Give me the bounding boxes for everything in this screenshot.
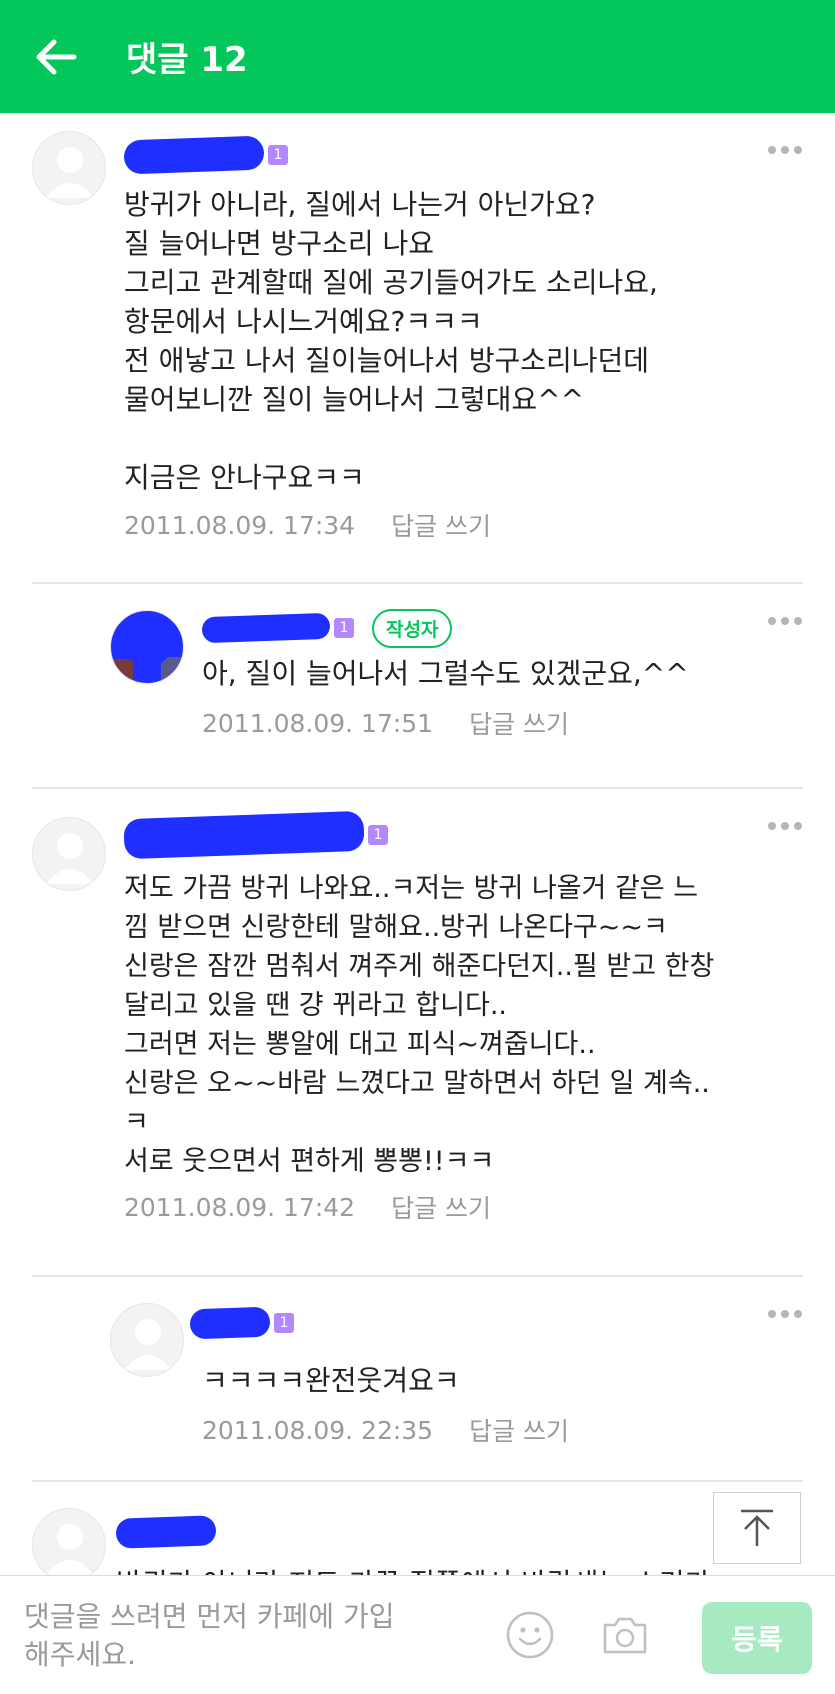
member-level-badge: 1 bbox=[274, 1313, 294, 1333]
reply-button[interactable]: 답글 쓰기 bbox=[391, 1189, 491, 1225]
redacted-nickname[interactable] bbox=[115, 1515, 217, 1549]
comment-date: 2011.08.09. 17:42 bbox=[124, 1192, 356, 1222]
page-title: 댓글 12 bbox=[126, 40, 248, 80]
comment-text: ㅋㅋㅋㅋ완전웃겨요ㅋ bbox=[202, 1364, 460, 1397]
avatar[interactable] bbox=[110, 1303, 184, 1377]
comment-item: 1 방귀가 아니라, 질에서 나는거 아닌가요? 질 늘어나면 방구소리 나요 … bbox=[0, 113, 835, 584]
scroll-to-top-icon bbox=[741, 1509, 773, 1546]
comment-date: 2011.08.09. 17:51 bbox=[202, 708, 434, 738]
avatar[interactable] bbox=[32, 131, 106, 205]
reply-item: 1 ㅋㅋㅋㅋ완전웃겨요ㅋ 2011.08.09. 22:35 답글 쓰기 bbox=[0, 1277, 835, 1482]
default-profile-icon bbox=[46, 833, 94, 884]
arrow-left-icon bbox=[36, 39, 77, 74]
comment-meta: 2011.08.09. 17:42 답글 쓰기 bbox=[124, 1189, 803, 1225]
comment-composer: 댓글을 쓰려면 먼저 카페에 가입 해주세요. 등록 bbox=[0, 1575, 835, 1694]
app-header: 댓글 12 bbox=[0, 0, 835, 113]
camera-icon[interactable] bbox=[600, 1610, 650, 1660]
redacted-nickname[interactable] bbox=[123, 135, 265, 175]
comment-meta: 2011.08.09. 17:51 답글 쓰기 bbox=[202, 705, 803, 741]
member-level-badge: 1 bbox=[368, 825, 388, 845]
comment-item: 1 저도 가끔 방귀 나와요..ㅋ저는 방귀 나올거 같은 느 낌 받으면 신랑… bbox=[0, 789, 835, 1277]
submit-button[interactable]: 등록 bbox=[702, 1602, 812, 1674]
comment-meta: 2011.08.09. 17:34 답글 쓰기 bbox=[124, 507, 803, 543]
profile-photo-icon bbox=[111, 619, 183, 683]
avatar[interactable] bbox=[32, 1508, 106, 1575]
comment-list[interactable]: 1 방귀가 아니라, 질에서 나는거 아닌가요? 질 늘어나면 방구소리 나요 … bbox=[0, 113, 835, 1575]
reply-button[interactable]: 답글 쓰기 bbox=[391, 507, 491, 543]
comment-text: 저도 가끔 방귀 나와요..ㅋ저는 방귀 나올거 같은 느 낌 받으면 신랑한테… bbox=[124, 873, 715, 1177]
comment-text: 아, 질이 늘어나서 그럴수도 있겠군요,^^ bbox=[202, 657, 689, 690]
comment-text: 방귀가 아니라, 질에서 나는거 아닌가요? 질 늘어나면 방구소리 나요 그리… bbox=[124, 188, 658, 494]
member-level-badge: 1 bbox=[334, 618, 354, 638]
avatar[interactable] bbox=[110, 610, 184, 684]
default-profile-icon bbox=[46, 1524, 94, 1575]
redacted-nickname[interactable] bbox=[201, 612, 331, 644]
comment-meta: 2011.08.09. 22:35 답글 쓰기 bbox=[190, 1412, 803, 1448]
reply-button[interactable]: 답글 쓰기 bbox=[469, 1412, 569, 1448]
comment-date: 2011.08.09. 22:35 bbox=[202, 1415, 434, 1445]
default-profile-icon bbox=[46, 147, 94, 198]
default-profile-icon bbox=[124, 1319, 172, 1370]
redacted-nickname[interactable] bbox=[123, 810, 365, 860]
comment-item: 랑 방귀가 아니라 저도 가끔 질쪽에서 바람새는 소리가 bbox=[0, 1482, 835, 1575]
scroll-to-top-button[interactable] bbox=[713, 1492, 801, 1564]
reply-button[interactable]: 답글 쓰기 bbox=[469, 705, 569, 741]
author-badge: 작성자 bbox=[372, 608, 453, 648]
redacted-nickname[interactable] bbox=[189, 1306, 271, 1340]
member-level-badge: 1 bbox=[268, 145, 288, 165]
avatar[interactable] bbox=[32, 817, 106, 891]
reply-item: 1 작성자 아, 질이 늘어나서 그럴수도 있겠군요,^^ 2011.08.09… bbox=[0, 584, 835, 789]
comment-input[interactable]: 댓글을 쓰려면 먼저 카페에 가입 해주세요. bbox=[24, 1598, 464, 1674]
comment-text: 방귀가 아니라 저도 가끔 질쪽에서 바람새는 소리가 bbox=[116, 1564, 803, 1575]
comment-date: 2011.08.09. 17:34 bbox=[124, 510, 356, 540]
back-button[interactable] bbox=[0, 0, 112, 113]
smiley-icon[interactable] bbox=[505, 1610, 555, 1660]
